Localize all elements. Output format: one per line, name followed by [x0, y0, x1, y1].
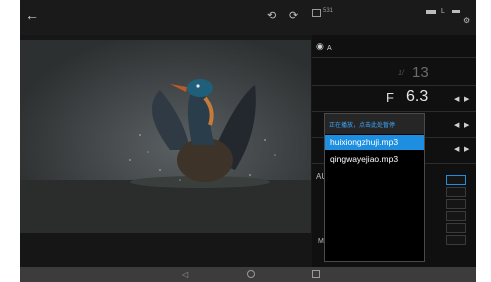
divider [312, 85, 476, 86]
duck-photo [20, 40, 311, 233]
setting-cell[interactable] [446, 223, 466, 233]
shooting-mode-label: A [327, 45, 332, 52]
aperture-label: F [386, 90, 394, 105]
rotate-right-icon[interactable]: ⟳ [289, 9, 298, 22]
top-bar: ← ⟲ ⟳ 531 L ⚙ [20, 0, 476, 35]
camera-icon: ◉ [316, 41, 324, 51]
setting-cell[interactable] [446, 199, 466, 209]
divider [312, 57, 476, 58]
exposure-increase-icon[interactable]: ▶ [464, 121, 469, 129]
mode-label: M [318, 238, 324, 245]
divider [312, 111, 476, 112]
shots-remaining: 531 [323, 8, 334, 14]
shutter-speed-value[interactable]: 13 [412, 64, 429, 81]
android-nav-bar: ◁ [20, 267, 476, 282]
shutter-prefix: 1/ [398, 70, 404, 77]
now-playing-text: 正在播放，点击此处暂停 [329, 123, 396, 129]
image-size-label: L [441, 8, 445, 15]
playlist-item[interactable]: huixiongzhuji.mp3 [325, 135, 424, 150]
settings-icon[interactable]: ⚙ [463, 16, 470, 25]
iso-increase-icon[interactable]: ▶ [464, 145, 469, 153]
nav-home-icon[interactable] [247, 270, 255, 278]
wifi-icon [452, 10, 460, 13]
rotate-left-icon[interactable]: ⟲ [267, 9, 276, 22]
music-playlist-popup: 正在播放，点击此处暂停 huixiongzhuji.mp3 qingwayeji… [324, 113, 425, 262]
nav-back-icon[interactable]: ◁ [182, 270, 188, 279]
aperture-increase-icon[interactable]: ▶ [464, 95, 469, 103]
live-view-image[interactable] [20, 40, 311, 233]
now-playing-header[interactable]: 正在播放，点击此处暂停 [325, 114, 424, 134]
aperture-decrease-icon[interactable]: ◀ [454, 95, 459, 103]
setting-cell[interactable] [446, 187, 466, 197]
aperture-value[interactable]: 6.3 [406, 88, 428, 106]
playlist-item[interactable]: qingwayejiao.mp3 [325, 152, 424, 167]
setting-cell[interactable] [446, 211, 466, 221]
memory-card-icon [312, 9, 321, 17]
iso-decrease-icon[interactable]: ◀ [454, 145, 459, 153]
back-arrow-icon[interactable]: ← [25, 8, 39, 22]
battery-icon [426, 10, 436, 14]
setting-cell[interactable] [446, 175, 466, 185]
exposure-decrease-icon[interactable]: ◀ [454, 121, 459, 129]
setting-cell[interactable] [446, 235, 466, 245]
nav-recent-apps-icon[interactable] [312, 270, 320, 278]
